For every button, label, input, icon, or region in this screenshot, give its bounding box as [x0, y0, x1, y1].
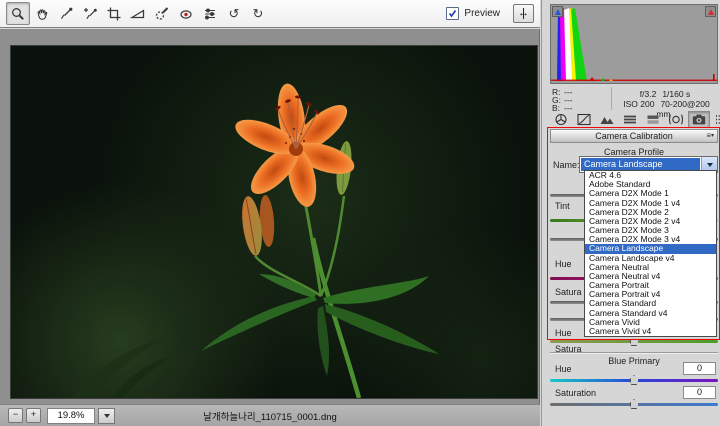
tab-split-toning[interactable]: [642, 111, 664, 128]
profile-name-label: Name:: [553, 160, 580, 170]
mountains-icon: [600, 117, 614, 124]
red-eye-tool-button[interactable]: [174, 2, 198, 25]
tab-detail[interactable]: [596, 111, 618, 128]
tab-basic[interactable]: [550, 111, 572, 128]
preview-checkbox[interactable]: [446, 7, 460, 20]
hand-tool-button[interactable]: [30, 2, 54, 25]
split-bars-icon: [647, 115, 659, 124]
rgb-readout: R: --- G: --- B: ---: [552, 88, 573, 113]
blue-hue-label: Hue: [555, 364, 572, 374]
straighten-triangle-icon: [130, 6, 146, 22]
profile-option[interactable]: Camera Vivid v4: [585, 326, 716, 336]
fullscreen-toggle-button[interactable]: ↔: [513, 4, 534, 23]
zoom-tool-button[interactable]: [6, 2, 30, 25]
green-saturation-label: Satura: [555, 344, 582, 354]
tint-label: Tint: [555, 201, 570, 211]
aperture-value: f/3.2: [639, 89, 657, 99]
zoom-out-button[interactable]: −: [8, 408, 23, 423]
photo-preview[interactable]: [10, 45, 538, 399]
panel-title: Camera Calibration: [595, 131, 673, 141]
tab-tone-curve[interactable]: [573, 111, 595, 128]
rotate-ccw-icon: ↺: [228, 6, 240, 21]
aperture-icon: [555, 113, 567, 126]
camera-raw-dialog: ↺ ↻ Preview ↔: [0, 0, 720, 426]
tab-hsl-grayscale[interactable]: [619, 111, 641, 128]
highlight-clipping-warning-button[interactable]: [705, 6, 716, 17]
rotate-right-button[interactable]: ↻: [246, 2, 270, 25]
blue-hue-value-field[interactable]: 0: [683, 362, 716, 375]
adjustments-panel: R: --- G: --- B: --- f/3.2 1/160 s ISO 200 70…: [541, 0, 720, 426]
crop-tool-button[interactable]: [102, 2, 126, 25]
hand-icon: [34, 6, 50, 22]
profile-dropdown-list: ACR 4.6 Adobe Standard Camera D2X Mode 1…: [584, 170, 717, 337]
slider-handle[interactable]: [629, 375, 639, 385]
panel-header: Camera Calibration ≡▾: [550, 129, 718, 143]
eyedropper-plus-icon: [82, 6, 98, 22]
blue-saturation-track[interactable]: [550, 399, 718, 409]
red-eye-icon: [178, 6, 194, 22]
histogram-plot: [551, 5, 717, 83]
shadow-clip-triangle-icon: [554, 9, 561, 15]
image-viewport: [0, 29, 540, 404]
blue-saturation-value-field[interactable]: 0: [683, 386, 716, 399]
chevron-down-icon: [706, 162, 713, 167]
curve-icon: [577, 113, 591, 126]
check-icon: [449, 10, 457, 18]
toolbar: ↺ ↻ Preview ↔: [0, 0, 540, 28]
lily-photo-illustration: [11, 46, 537, 398]
status-bar: − + 19.8% 날개하늘나리_110715_0001.dng: [0, 404, 540, 426]
bars-icon: [624, 115, 636, 124]
crop-icon: [106, 6, 122, 22]
rotate-left-button[interactable]: ↺: [222, 2, 246, 25]
spot-removal-tool-button[interactable]: [150, 2, 174, 25]
lens-icon: [668, 114, 684, 125]
fullscreen-bar: [523, 8, 524, 19]
menu-caret-icon: ▾: [710, 133, 714, 139]
histogram: [550, 4, 718, 84]
iso-value: ISO 200: [623, 99, 655, 109]
panel-menu-button[interactable]: ≡▾: [706, 130, 714, 142]
color-sampler-tool-button[interactable]: [78, 2, 102, 25]
tab-camera-calibration[interactable]: [688, 111, 710, 128]
panel-tab-strip: [550, 111, 720, 128]
eyedropper-icon: [58, 6, 74, 22]
magnifier-icon: [10, 6, 26, 22]
zoom-in-button[interactable]: +: [26, 408, 41, 423]
sliders-icon: [202, 6, 218, 22]
red-hue-label: Hue: [555, 259, 572, 269]
straighten-tool-button[interactable]: [126, 2, 150, 25]
slider-handle[interactable]: [629, 336, 639, 346]
spot-removal-icon: [154, 6, 170, 22]
blue-hue-track[interactable]: [550, 375, 718, 385]
preferences-tool-button[interactable]: [198, 2, 222, 25]
green-hue-label: Hue: [555, 328, 572, 338]
preview-label: Preview: [464, 8, 500, 19]
shutter-value: 1/160 s: [662, 89, 691, 99]
camera-icon: [692, 114, 706, 125]
shadow-clipping-warning-button[interactable]: [552, 6, 563, 17]
blue-saturation-label: Saturation: [555, 388, 597, 398]
red-saturation-label: Satura: [555, 287, 582, 297]
rotate-cw-icon: ↻: [252, 6, 264, 21]
slider-handle[interactable]: [629, 399, 639, 409]
green-hue-track[interactable]: [550, 336, 718, 346]
tab-presets[interactable]: [711, 111, 720, 128]
white-balance-tool-button[interactable]: [54, 2, 78, 25]
highlight-clip-triangle-icon: [707, 9, 714, 15]
tab-lens-corrections[interactable]: [665, 111, 687, 128]
list-icon: [716, 115, 720, 124]
info-divider: [611, 87, 612, 110]
filename-label: 날개하늘나리_110715_0001.dng: [203, 411, 337, 423]
preview-control: Preview ↔: [446, 4, 534, 23]
